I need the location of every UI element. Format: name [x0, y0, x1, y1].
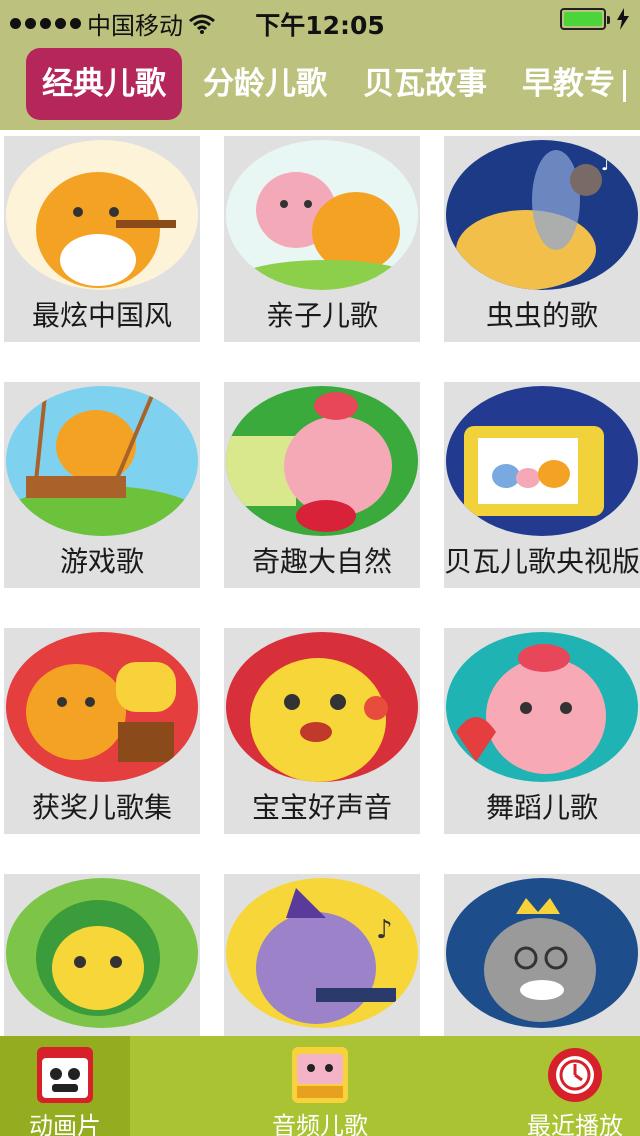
category-tab-strip: 经典儿歌 分龄儿歌 贝瓦故事 早教专 — [0, 40, 640, 130]
category-label: 贝瓦儿歌央视版 — [444, 545, 640, 578]
category-label: 获奖儿歌集 — [31, 791, 172, 824]
svg-text:♪: ♪ — [601, 154, 613, 175]
category-card[interactable]: 获奖儿歌集 — [4, 628, 200, 834]
bottom-tab-bar: 动画片 音频儿歌 最近播放 — [0, 1036, 640, 1136]
category-label: 虫虫的歌 — [485, 299, 598, 332]
category-thumbnail — [6, 140, 198, 290]
category-card[interactable] — [4, 874, 200, 1036]
category-label: 奇趣大自然 — [251, 545, 392, 578]
bottom-tab-label: 最近播放 — [527, 1112, 623, 1136]
category-card[interactable] — [444, 874, 640, 1036]
scroll-indicator — [623, 70, 626, 102]
category-thumbnail — [446, 386, 638, 536]
charging-icon — [617, 8, 629, 30]
category-card[interactable]: 舞蹈儿歌 — [444, 628, 640, 834]
bottom-tab-label: 音频儿歌 — [272, 1112, 368, 1136]
category-thumbnail — [226, 632, 418, 782]
category-thumbnail: ♪ — [446, 140, 638, 290]
category-card[interactable]: 奇趣大自然 — [224, 382, 420, 588]
category-thumbnail — [6, 632, 198, 782]
category-grid: 最炫中国风 亲子儿歌 ♪ 虫虫的歌 游戏歌 奇趣大自然 贝瓦儿歌央视版 获奖儿歌… — [0, 130, 640, 1036]
category-label: 游戏歌 — [59, 545, 144, 578]
bottom-tab-recent[interactable]: 最近播放 — [510, 1036, 640, 1136]
category-thumbnail — [226, 386, 418, 536]
category-label: 最炫中国风 — [31, 299, 172, 332]
tab-early-education[interactable]: 早教专 — [522, 48, 615, 120]
clock: 下午12:05 — [255, 11, 385, 40]
cartoon-tv-icon — [37, 1047, 93, 1103]
tab-beva-stories[interactable]: 贝瓦故事 — [363, 48, 487, 120]
svg-text:♪: ♪ — [376, 915, 393, 945]
category-label: 宝宝好声音 — [251, 791, 392, 824]
category-card[interactable]: 贝瓦儿歌央视版 — [444, 382, 640, 588]
recent-clock-icon — [548, 1048, 602, 1102]
category-thumbnail — [6, 878, 198, 1028]
category-card[interactable]: 游戏歌 — [4, 382, 200, 588]
bottom-tab-label: 动画片 — [29, 1112, 101, 1136]
bottom-tab-cartoons[interactable]: 动画片 — [0, 1036, 130, 1136]
category-thumbnail: ♪ — [226, 878, 418, 1028]
category-card[interactable]: ♪ 虫虫的歌 — [444, 136, 640, 342]
tab-classic-songs[interactable]: 经典儿歌 — [26, 48, 182, 120]
category-card[interactable]: ♪ — [224, 874, 420, 1036]
category-thumbnail — [446, 878, 638, 1028]
battery-area — [560, 8, 630, 30]
music-box-icon — [292, 1047, 348, 1103]
category-thumbnail — [446, 632, 638, 782]
category-card[interactable]: 宝宝好声音 — [224, 628, 420, 834]
category-thumbnail — [6, 386, 198, 536]
battery-icon — [560, 8, 610, 30]
tab-age-songs[interactable]: 分龄儿歌 — [203, 48, 327, 120]
category-card[interactable]: 亲子儿歌 — [224, 136, 420, 342]
category-label: 亲子儿歌 — [265, 299, 378, 332]
status-bar: 中国移动 下午12:05 — [0, 0, 640, 40]
app-screen: 中国移动 下午12:05 经典儿歌 分龄儿歌 贝瓦故事 早教专 最炫中国风 亲子… — [0, 0, 640, 1136]
category-thumbnail — [226, 140, 418, 290]
category-label: 舞蹈儿歌 — [485, 791, 598, 824]
bottom-tab-audio-songs[interactable]: 音频儿歌 — [255, 1036, 385, 1136]
category-card[interactable]: 最炫中国风 — [4, 136, 200, 342]
header: 中国移动 下午12:05 经典儿歌 分龄儿歌 贝瓦故事 早教专 — [0, 0, 640, 130]
